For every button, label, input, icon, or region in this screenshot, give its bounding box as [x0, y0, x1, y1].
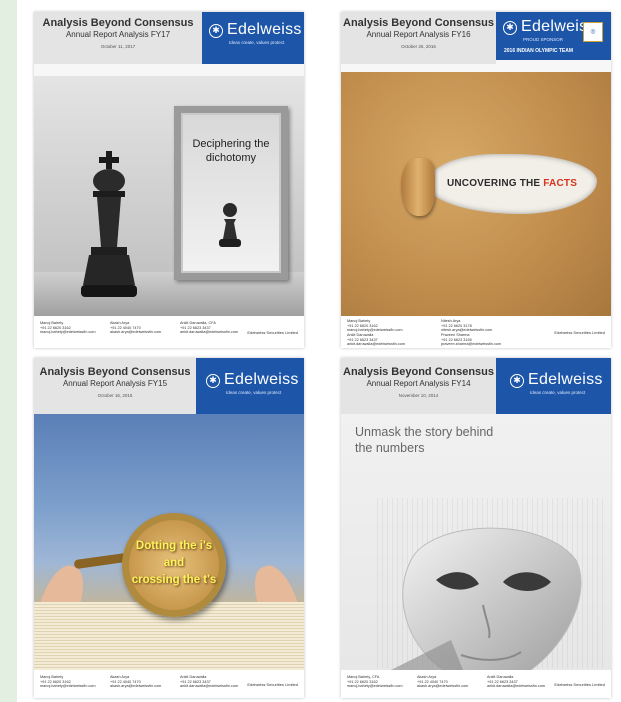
cover-header: Analysis Beyond Consensus Annual Report …	[34, 12, 202, 64]
cover-artwork: Unmask the story behind the numbers	[341, 414, 611, 690]
cover-footer: Manoj Bahety +91 22 6620 3162 manoj.bahe…	[34, 670, 304, 698]
cover-header: Analysis Beyond Consensus Annual Report …	[34, 358, 196, 414]
cover-footer: Manoj Bahety +91 22 6620 3162 manoj.bahe…	[341, 316, 611, 348]
cover-subtitle: Annual Report Analysis FY15	[62, 379, 168, 388]
cover-date: October 16, 2015	[97, 393, 133, 398]
edelweiss-logo-icon: ✱	[510, 374, 524, 388]
cover-artwork: Deciphering the dichotomy	[34, 76, 304, 332]
sponsor-label: 2016 INDIAN OLYMPIC TEAM	[504, 48, 573, 54]
cover-title: Analysis Beyond Consensus	[343, 17, 494, 29]
analyst-contact: Manoj Bahety +91 22 6620 3162 manoj.bahe…	[40, 675, 96, 689]
footer-company: Edelweiss Securities Limited	[247, 330, 298, 335]
cover-headline: Deciphering the dichotomy	[192, 138, 270, 164]
cover-date: October 11, 2017	[100, 44, 136, 49]
analyst-contact: Manoj Bahety +91 22 6620 3162 manoj.bahe…	[40, 321, 96, 335]
cover-subtitle: Annual Report Analysis FY16	[366, 30, 471, 39]
magnifying-glass-icon: Dotting the i's and crossing the t's	[122, 513, 226, 617]
brand-name: Edelweiss	[227, 21, 302, 38]
footer-company: Edelweiss Securities Limited	[554, 682, 605, 687]
olympic-emblem-icon: ◎	[583, 22, 603, 42]
cover-subtitle: Annual Report Analysis FY17	[65, 30, 171, 39]
analyst-contact: Manoj Bahety +91 22 6620 3162 manoj.bahe…	[347, 319, 403, 333]
king-piece-icon	[81, 151, 137, 297]
cover-fy17: Analysis Beyond Consensus Annual Report …	[34, 12, 304, 348]
analyst-contact: Akash Arya +91 22 4040 7470 akash.arya@e…	[110, 321, 162, 335]
cover-fy16: Analysis Beyond Consensus Annual Report …	[341, 12, 611, 348]
analyst-contact: Ankit Daruwalla +91 22 6623 3437 ankit.d…	[347, 333, 406, 347]
cover-headline: Unmask the story behind the numbers	[355, 425, 494, 455]
cover-footer: Manoj Bahety +91 22 6620 3162 manoj.bahe…	[34, 316, 304, 348]
cover-title: Analysis Beyond Consensus	[42, 17, 194, 29]
brand-name: Edelweiss	[224, 371, 299, 388]
cover-date: October 26, 2016	[401, 44, 436, 49]
brand-tagline: Ideas create, values protect	[226, 390, 282, 395]
headline-highlight: FACTS	[543, 178, 578, 189]
paper-curl	[401, 158, 435, 216]
brand-block: ✱ Edelweiss PROUD SPONSOR 2016 INDIAN OL…	[496, 12, 611, 60]
edelweiss-logo-icon: ✱	[503, 21, 517, 35]
cover-headline: Dotting the i's and crossing the t's	[131, 540, 217, 586]
analyst-contact: Akash Arya +91 22 4040 7470 akash.arya@e…	[110, 675, 162, 689]
cover-title: Analysis Beyond Consensus	[39, 366, 191, 378]
mirror-frame: Deciphering the dichotomy	[174, 106, 288, 280]
brand-block: ✱ Edelweiss Ideas create, values protect	[202, 12, 304, 64]
analyst-contact: Nitesh Arya +91 22 6620 3178 nitesh.arya…	[441, 319, 493, 333]
cover-title: Analysis Beyond Consensus	[343, 366, 494, 378]
cover-headline: UNCOVERING THE FACTS	[446, 178, 578, 189]
cover-subtitle: Annual Report Analysis FY14	[366, 379, 471, 388]
cover-artwork: Dotting the i's and crossing the t's	[34, 414, 304, 684]
brand-tagline: Ideas create, values protect	[229, 40, 285, 45]
brand-tagline: Ideas create, values protect	[530, 390, 586, 395]
cover-footer: Manoj Bahety, CFA +91 22 6620 3162 manoj…	[341, 670, 611, 698]
brand-name: Edelweiss	[528, 371, 603, 388]
brand-block: ✱ Edelweiss Ideas create, values protect	[196, 358, 304, 414]
analyst-contact: Ankit Daruwalla +91 22 6623 3437 ankit.d…	[487, 675, 546, 689]
cover-header: Analysis Beyond Consensus Annual Report …	[341, 12, 496, 64]
edelweiss-logo-icon: ✱	[209, 24, 223, 38]
pawn-icon	[219, 203, 241, 247]
footer-company: Edelweiss Securities Limited	[247, 682, 298, 687]
analyst-contact: Akash Arya +91 22 4040 7470 akash.arya@e…	[417, 675, 469, 689]
cover-fy15: Analysis Beyond Consensus Annual Report …	[34, 358, 304, 698]
analyst-contact: Ankit Daruwalla, CFA +91 22 6623 3437 an…	[180, 321, 239, 335]
analyst-contact: Manoj Bahety, CFA +91 22 6620 3162 manoj…	[347, 675, 403, 689]
torn-paper-window: UNCOVERING THE FACTS	[427, 154, 597, 214]
cover-artwork: UNCOVERING THE FACTS	[341, 72, 611, 336]
left-margin-strip	[0, 0, 17, 702]
footer-company: Edelweiss Securities Limited	[554, 330, 605, 335]
cover-date: November 10, 2014	[398, 393, 439, 398]
cover-header: Analysis Beyond Consensus Annual Report …	[341, 358, 496, 414]
edelweiss-logo-icon: ✱	[206, 374, 220, 388]
analyst-contact: Praveen Sharma +91 22 6623 3155 praveen.…	[441, 333, 502, 347]
cover-fy14: Analysis Beyond Consensus Annual Report …	[341, 358, 611, 698]
brand-block: ✱ Edelweiss Ideas create, values protect	[496, 358, 611, 414]
analyst-contact: Ankit Daruwalla +91 22 6623 3437 ankit.d…	[180, 675, 239, 689]
brand-tagline: PROUD SPONSOR	[523, 37, 564, 42]
mask-icon	[391, 527, 582, 690]
